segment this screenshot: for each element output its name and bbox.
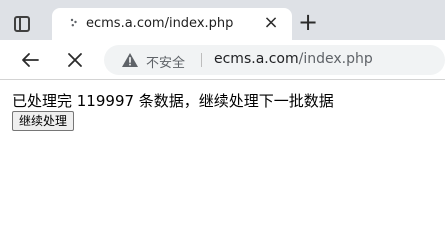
tab-title: ecms.a.com/index.php bbox=[86, 16, 234, 31]
new-tab-button[interactable]: + bbox=[298, 10, 318, 34]
tab-close-button[interactable]: × bbox=[262, 14, 280, 32]
continue-processing-button[interactable]: 继续处理 bbox=[12, 111, 75, 131]
close-icon bbox=[68, 53, 82, 67]
tab-actions-icon[interactable] bbox=[14, 16, 30, 32]
url-text[interactable]: ecms.a.com/index.php bbox=[214, 51, 373, 67]
security-label[interactable]: 不安全 bbox=[146, 52, 185, 71]
back-arrow-icon bbox=[22, 53, 39, 67]
page-content: 已处理完 119997 条数据，继续处理下一批数据 继续处理 bbox=[0, 80, 445, 245]
warning-triangle-icon[interactable] bbox=[121, 52, 139, 68]
address-bar[interactable]: 不安全 ecms.a.com/index.php bbox=[104, 45, 445, 75]
url-path: /index.php bbox=[298, 51, 373, 67]
browser-tab[interactable]: ecms.a.com/index.php × bbox=[52, 8, 292, 40]
browser-window: ecms.a.com/index.php × + 不安全 ecms.a.com/… bbox=[0, 0, 445, 245]
omnibox-divider bbox=[201, 53, 202, 67]
loading-spinner-icon bbox=[70, 18, 77, 27]
back-button[interactable] bbox=[18, 48, 42, 72]
tab-strip: ecms.a.com/index.php × + bbox=[0, 0, 445, 40]
status-message: 已处理完 119997 条数据，继续处理下一批数据 bbox=[12, 92, 334, 110]
stop-loading-button[interactable] bbox=[63, 48, 87, 72]
browser-toolbar: 不安全 ecms.a.com/index.php bbox=[0, 40, 445, 80]
url-host: ecms.a.com bbox=[214, 51, 299, 67]
